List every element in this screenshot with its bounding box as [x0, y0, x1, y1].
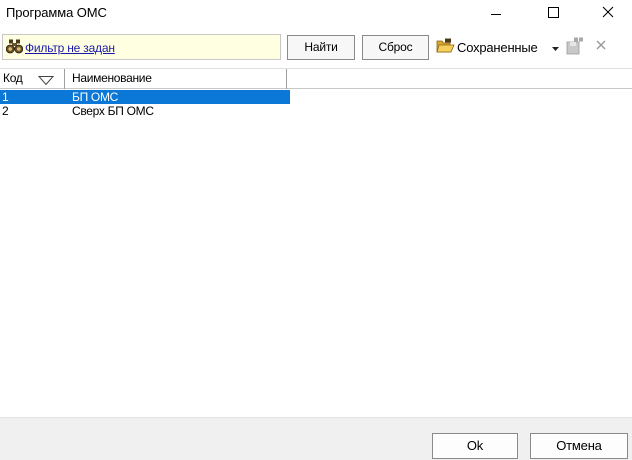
- filter-toolbar: Фильтр не задан Найти Сброс Сохраненные: [0, 33, 632, 63]
- maximize-icon: [548, 7, 559, 18]
- table-row[interactable]: 1 БП ОМС: [0, 90, 290, 104]
- cancel-button[interactable]: Отмена: [530, 433, 628, 459]
- column-header-name[interactable]: Наименование: [65, 69, 287, 89]
- column-header-name-label: Наименование: [72, 71, 152, 85]
- save-filter-icon[interactable]: [565, 37, 585, 58]
- reset-button[interactable]: Сброс: [362, 35, 429, 60]
- dialog-footer: Ok Отмена: [0, 417, 632, 460]
- ok-button[interactable]: Ok: [432, 433, 518, 459]
- minimize-button[interactable]: [473, 0, 519, 28]
- cell-code: 2: [2, 104, 9, 118]
- grid-body: 1 БП ОМС 2 Сверх БП ОМС: [0, 90, 632, 118]
- window-title: Программа ОМС: [6, 5, 107, 20]
- open-folder-icon: [436, 38, 455, 57]
- column-header-code[interactable]: Код: [0, 69, 65, 89]
- maximize-button[interactable]: [530, 0, 576, 28]
- filter-panel[interactable]: Фильтр не задан: [2, 34, 281, 60]
- column-header-code-label: Код: [3, 71, 23, 85]
- cell-code: 1: [2, 90, 9, 104]
- find-button[interactable]: Найти: [287, 35, 355, 60]
- caret-down-icon: [552, 42, 559, 56]
- cell-name: БП ОМС: [72, 90, 119, 104]
- saved-filters-label: Сохраненные: [457, 40, 538, 55]
- table-row[interactable]: 2 Сверх БП ОМС: [0, 104, 290, 118]
- grid-header: Код Наименование: [0, 68, 632, 89]
- delete-icon[interactable]: [594, 38, 608, 55]
- filter-status-link[interactable]: Фильтр не задан: [25, 41, 115, 55]
- close-icon: [602, 6, 614, 18]
- binoculars-icon: [5, 39, 24, 57]
- close-button[interactable]: [585, 0, 631, 28]
- title-bar: Программа ОМС: [0, 0, 632, 28]
- cell-name: Сверх БП ОМС: [72, 104, 154, 118]
- minimize-icon: [491, 14, 501, 15]
